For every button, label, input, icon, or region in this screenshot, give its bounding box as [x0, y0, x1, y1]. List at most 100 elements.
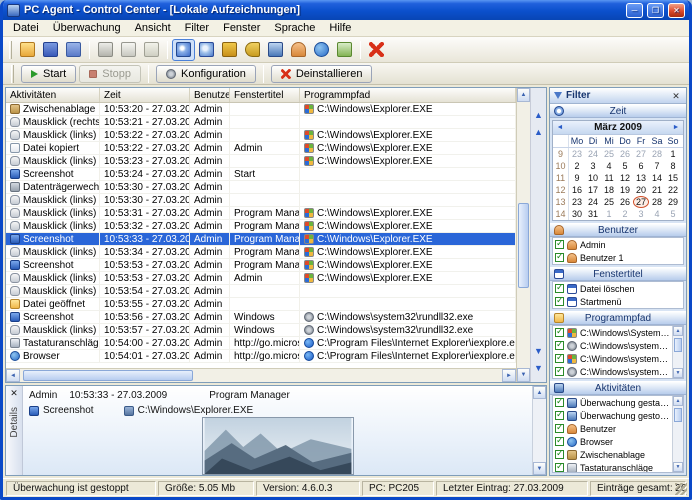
- last-record-button[interactable]: [532, 359, 545, 376]
- filter-section-aktivitaeten-header[interactable]: Aktivitäten: [550, 381, 686, 395]
- checkbox[interactable]: [555, 354, 564, 363]
- details-scroll-down-button[interactable]: [533, 462, 546, 475]
- calendar-day[interactable]: 13: [633, 172, 649, 184]
- menu-datei[interactable]: Datei: [6, 21, 46, 35]
- calendar-day[interactable]: 14: [649, 172, 665, 184]
- calendar-day[interactable]: 26: [617, 148, 633, 160]
- filter-item-c-windows-system32-newdc[interactable]: C:\Windows\System32\newdc: [553, 326, 672, 339]
- prev-month-button[interactable]: [553, 124, 567, 131]
- open-folder-button[interactable]: [16, 39, 39, 61]
- filter-item-admin[interactable]: Admin: [553, 238, 683, 251]
- next-month-button[interactable]: [669, 124, 683, 131]
- checkbox[interactable]: [555, 437, 564, 446]
- calendar-day[interactable]: 12: [617, 172, 633, 184]
- calendar-day[interactable]: 1: [601, 208, 617, 220]
- list-scroll-up-button[interactable]: [673, 326, 683, 336]
- calendar-day[interactable]: 30: [569, 208, 585, 220]
- calendar-day[interactable]: 28: [649, 196, 665, 208]
- table-row[interactable]: Screenshot10:53:24 - 27.03.2009AdminStar…: [6, 168, 516, 181]
- table-row[interactable]: Mausklick (rechts)10:53:21 - 27.03.2009A…: [6, 116, 516, 129]
- scroll-up-button[interactable]: [517, 88, 530, 102]
- mail-button[interactable]: [140, 39, 163, 61]
- minimize-button[interactable]: ─: [626, 3, 643, 18]
- filter-section-zeit-header[interactable]: Zeit: [550, 104, 686, 118]
- calendar-day[interactable]: 24: [585, 196, 601, 208]
- list-scroll-track[interactable]: [673, 406, 683, 462]
- list-scroll-thumb[interactable]: [674, 338, 682, 352]
- checkbox[interactable]: [555, 240, 564, 249]
- calendar-day[interactable]: 4: [649, 208, 665, 220]
- table-row[interactable]: Mausklick (links)10:53:31 - 27.03.2009Ad…: [6, 207, 516, 220]
- close-button[interactable]: ✕: [668, 3, 685, 18]
- vertical-scroll-track[interactable]: [517, 102, 530, 368]
- calendar-day[interactable]: 3: [633, 208, 649, 220]
- scroll-right-button[interactable]: [502, 369, 516, 382]
- calendar-day[interactable]: 10: [585, 172, 601, 184]
- vertical-scrollbar[interactable]: [516, 88, 530, 382]
- filter-section-programmpfad-header[interactable]: Programmpfad: [550, 311, 686, 325]
- delete-button[interactable]: [365, 39, 388, 61]
- save-button[interactable]: [39, 39, 62, 61]
- calendar-day[interactable]: 8: [665, 160, 681, 172]
- checkbox[interactable]: [555, 463, 564, 472]
- filter-item-benutzer-1[interactable]: Benutzer 1: [553, 251, 683, 264]
- table-row[interactable]: Mausklick (links)10:53:53 - 27.03.2009Ad…: [6, 272, 516, 285]
- details-scroll-up-button[interactable]: [533, 386, 546, 399]
- konfiguration-button[interactable]: Konfiguration: [156, 65, 256, 83]
- table-row[interactable]: Browser10:54:01 - 27.03.2009Adminhttp://…: [6, 350, 516, 363]
- table-row[interactable]: Mausklick (links)10:53:23 - 27.03.2009Ad…: [6, 155, 516, 168]
- calendar-day[interactable]: 25: [601, 148, 617, 160]
- globe-button[interactable]: [310, 39, 333, 61]
- filter-item-browser[interactable]: Browser: [553, 435, 672, 448]
- calendar-day[interactable]: 27: [633, 196, 649, 208]
- details-scrollbar[interactable]: [532, 386, 546, 475]
- menu-hilfe[interactable]: Hilfe: [322, 21, 358, 35]
- filter-item-zwischenablage[interactable]: Zwischenablage: [553, 448, 672, 461]
- calendar-day[interactable]: 17: [585, 184, 601, 196]
- column-header-programmpfad[interactable]: Programmpfad: [300, 88, 516, 102]
- checkbox[interactable]: [555, 450, 564, 459]
- calendar-day[interactable]: 2: [617, 208, 633, 220]
- print-button[interactable]: [94, 39, 117, 61]
- checkbox[interactable]: [555, 411, 564, 420]
- table-row[interactable]: Zwischenablage10:53:20 - 27.03.2009Admin…: [6, 103, 516, 116]
- zoom-button[interactable]: [195, 39, 218, 61]
- table-row[interactable]: Screenshot10:53:53 - 27.03.2009AdminProg…: [6, 259, 516, 272]
- checkbox[interactable]: [555, 398, 564, 407]
- filter-close-button[interactable]: [670, 90, 682, 102]
- filter-section-benutzer-header[interactable]: Benutzer: [550, 223, 686, 237]
- list-scroll-down-button[interactable]: [673, 368, 683, 378]
- scroll-down-button[interactable]: [517, 368, 530, 382]
- first-record-button[interactable]: [532, 106, 545, 123]
- calendar-day[interactable]: 3: [585, 160, 601, 172]
- screenshot-thumbnail[interactable]: [202, 417, 354, 475]
- stats-button[interactable]: [333, 39, 356, 61]
- table-row[interactable]: Screenshot10:53:33 - 27.03.2009AdminProg…: [6, 233, 516, 246]
- export-button[interactable]: [62, 39, 85, 61]
- checkbox[interactable]: [555, 328, 564, 337]
- filter-item-startmen[interactable]: Startmenü: [553, 295, 683, 308]
- program-paths-scrollbar[interactable]: [672, 326, 683, 378]
- menu-filter[interactable]: Filter: [178, 21, 216, 35]
- horizontal-scroll-track[interactable]: [20, 369, 502, 382]
- menu-berwachung[interactable]: Überwachung: [46, 21, 128, 35]
- table-row[interactable]: Datenträgerwechsel10:53:30 - 27.03.2009A…: [6, 181, 516, 194]
- activities-scrollbar[interactable]: [672, 396, 683, 472]
- toolbar-grip[interactable]: [9, 41, 12, 59]
- column-header-fenstertitel[interactable]: Fenstertitel: [230, 88, 300, 102]
- table-row[interactable]: Screenshot10:53:56 - 27.03.2009AdminWind…: [6, 311, 516, 324]
- calendar-day[interactable]: 31: [585, 208, 601, 220]
- vertical-scroll-thumb[interactable]: [518, 203, 529, 288]
- menu-ansicht[interactable]: Ansicht: [128, 21, 178, 35]
- scroll-left-button[interactable]: [6, 369, 20, 382]
- key-button[interactable]: [241, 39, 264, 61]
- calendar-day[interactable]: 15: [665, 172, 681, 184]
- prev-record-button[interactable]: [532, 123, 545, 140]
- horizontal-scrollbar[interactable]: [6, 368, 516, 382]
- calendar-day[interactable]: 23: [569, 196, 585, 208]
- calendar-day[interactable]: 28: [649, 148, 665, 160]
- filter-section-fenstertitel-header[interactable]: Fenstertitel: [550, 267, 686, 281]
- maximize-button[interactable]: ❐: [647, 3, 664, 18]
- calendar-day[interactable]: 7: [649, 160, 665, 172]
- calendar-day[interactable]: 6: [633, 160, 649, 172]
